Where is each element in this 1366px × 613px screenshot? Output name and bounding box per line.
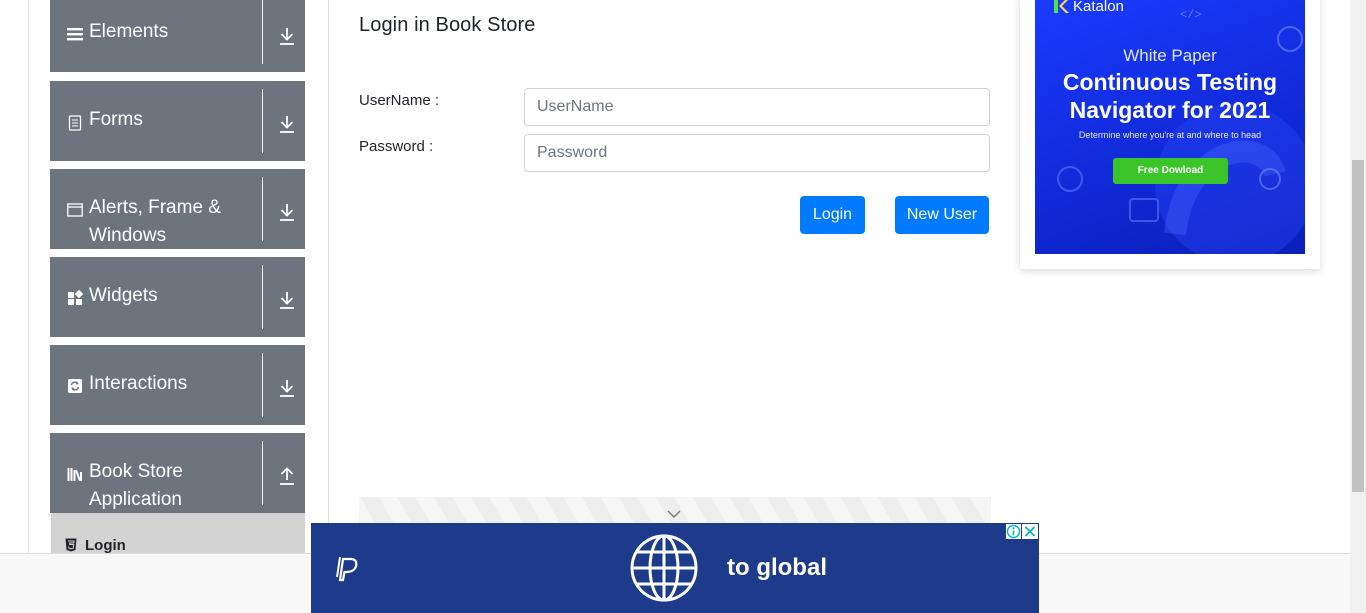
- sidebar-group-label: Book Store Application: [89, 461, 183, 510]
- close-icon[interactable]: [1022, 524, 1038, 539]
- katalon-ad[interactable]: </> Katalon White Paper Continuous Testi…: [1035, 0, 1305, 254]
- upload-arrow-icon[interactable]: [278, 466, 296, 486]
- download-arrow-icon[interactable]: [278, 202, 296, 222]
- ad-subtext: Determine where you're at and where to h…: [1078, 130, 1262, 140]
- password-label: Password :: [359, 138, 434, 155]
- left-panel: Elements Forms Alerts, Frame & Windows W…: [28, 0, 329, 554]
- download-arrow-icon[interactable]: [278, 26, 296, 46]
- password-input[interactable]: [524, 134, 990, 172]
- divider: [262, 89, 263, 153]
- scrollbar-thumb[interactable]: [1352, 160, 1364, 492]
- paypal-icon: [336, 556, 358, 582]
- chevron-down-icon[interactable]: [667, 509, 681, 519]
- sidebar-group-widgets[interactable]: Widgets: [50, 257, 305, 337]
- sidebar-group-alerts-frame-windows[interactable]: Alerts, Frame & Windows: [50, 169, 305, 249]
- page-title: Login in Book Store: [359, 14, 536, 36]
- divider: [262, 265, 263, 329]
- ad-banner-bottom[interactable]: to global: [311, 523, 1039, 613]
- ad-headline-line: Navigator for 2021: [1069, 97, 1271, 123]
- divider: [262, 177, 263, 241]
- menu-icon: [67, 28, 83, 41]
- sidebar-group-label: Alerts, Frame & Windows: [89, 197, 221, 246]
- ad-kicker: White Paper: [1123, 46, 1217, 65]
- sidebar-item-login[interactable]: Login: [51, 513, 305, 554]
- download-arrow-icon[interactable]: [278, 114, 296, 134]
- divider: [262, 0, 263, 64]
- login-button[interactable]: Login: [800, 196, 865, 234]
- globe-icon: [630, 534, 698, 602]
- username-label: UserName :: [359, 92, 440, 109]
- sidebar-group-forms[interactable]: Forms: [50, 81, 305, 161]
- window-icon: [67, 203, 83, 217]
- username-input[interactable]: [524, 88, 990, 126]
- ad-background-decoration: </>: [1057, 8, 1305, 254]
- books-icon: [67, 468, 82, 482]
- scrollbar[interactable]: [1350, 0, 1366, 613]
- sidebar-group-book-store-application[interactable]: Book Store Application: [50, 433, 305, 513]
- katalon-logo-icon: [1054, 0, 1069, 13]
- divider: [262, 441, 263, 505]
- widgets-icon: [68, 290, 83, 305]
- sidebar-group-label: Interactions: [89, 373, 188, 394]
- sidebar-group-elements[interactable]: Elements: [50, 0, 305, 72]
- ad-info-icon[interactable]: [1006, 524, 1021, 539]
- ad-brand: Katalon: [1073, 0, 1124, 15]
- form-icon: [68, 115, 82, 131]
- sidebar-group-interactions[interactable]: Interactions: [50, 345, 305, 425]
- sidebar-group-label: Elements: [89, 21, 169, 42]
- divider: [262, 353, 263, 417]
- ad-headline: Continuous Testing Navigator for 2021: [1035, 68, 1305, 124]
- sidebar-item-label: Login: [85, 537, 126, 554]
- download-arrow-icon[interactable]: [278, 290, 296, 310]
- sidebar-group-label: Widgets: [89, 285, 158, 306]
- new-user-button[interactable]: New User: [895, 196, 989, 234]
- ad-cta-button[interactable]: Free Dowload: [1113, 158, 1228, 184]
- download-arrow-icon[interactable]: [278, 378, 296, 398]
- ad-banner-right[interactable]: </> Katalon White Paper Continuous Testi…: [1020, 0, 1320, 269]
- bottom-ad-text: to global: [727, 554, 827, 581]
- sidebar-group-label: Forms: [89, 109, 143, 130]
- interactions-icon: [68, 379, 82, 393]
- svg-text:</>: </>: [1180, 8, 1202, 22]
- html5-icon: [65, 538, 77, 552]
- cut-off-header-glyph: [480, 0, 520, 4]
- ad-headline-line: Continuous Testing: [1062, 69, 1278, 95]
